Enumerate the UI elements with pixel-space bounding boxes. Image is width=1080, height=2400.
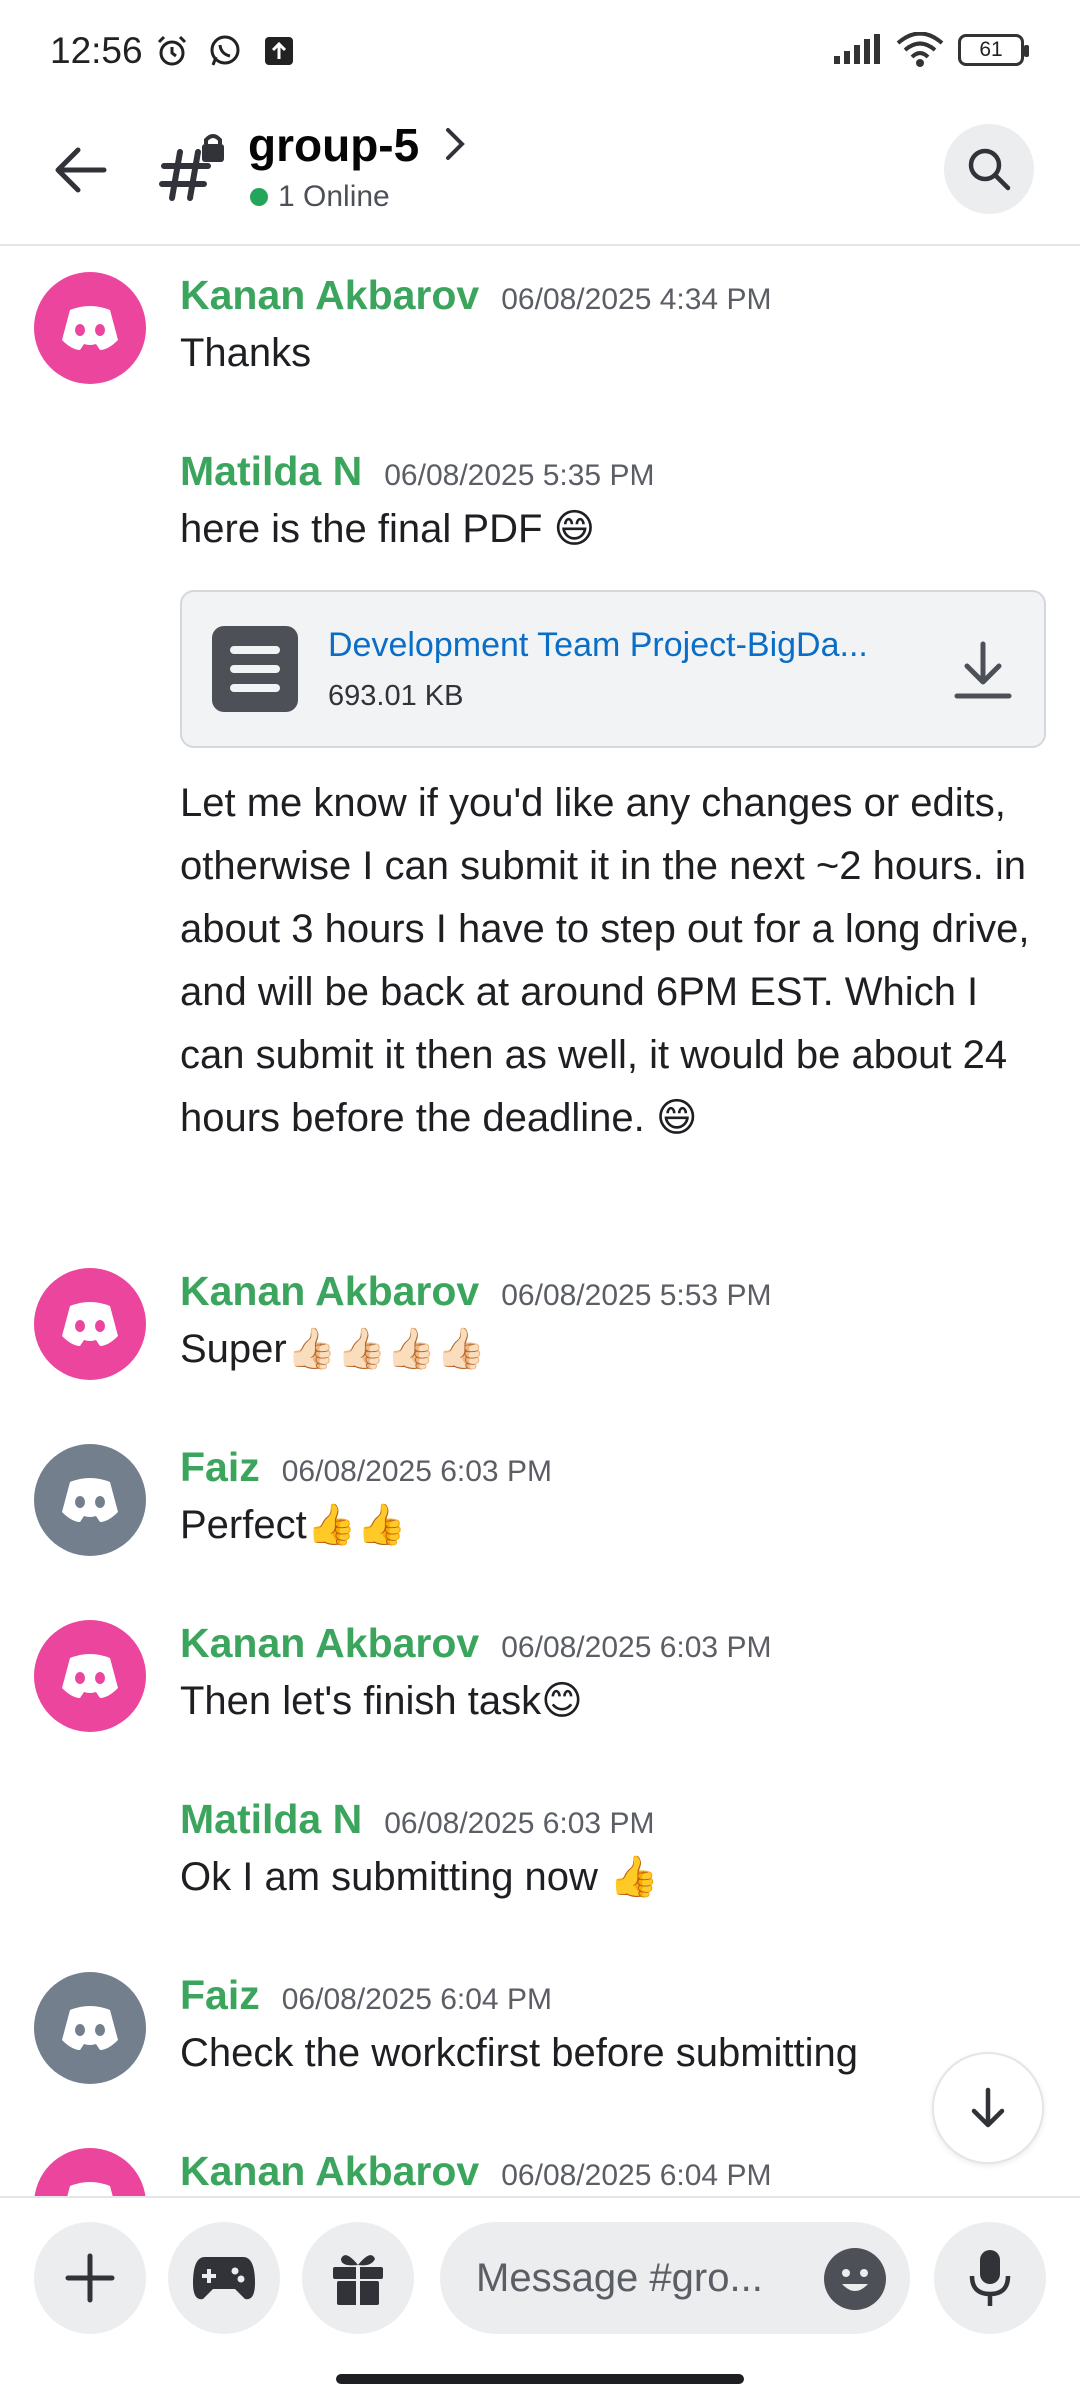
message-input-placeholder: Message #gro... xyxy=(476,2256,763,2300)
message-input[interactable]: Message #gro... xyxy=(440,2222,910,2334)
online-count: 1 Online xyxy=(278,180,390,213)
message-text: Perfect👍👍 xyxy=(180,1503,407,1547)
file-name-link[interactable]: Development Team Project-BigDa... xyxy=(328,626,868,665)
author-name[interactable]: Kanan Akbarov xyxy=(180,1620,479,1667)
status-right: 61 xyxy=(832,32,1029,68)
microphone-icon xyxy=(969,2250,1011,2306)
discord-logo-icon xyxy=(62,1478,118,1522)
message-header: Kanan Akbarov 06/08/2025 4:34 PM xyxy=(180,272,771,319)
author-name[interactable]: Kanan Akbarov xyxy=(180,2148,479,2195)
composer-bar: Message #gro... xyxy=(0,2196,1080,2400)
search-icon xyxy=(968,148,1011,191)
message-header: Matilda N 06/08/2025 5:35 PM xyxy=(180,448,654,495)
timestamp: 06/08/2025 4:34 PM xyxy=(501,283,772,316)
voice-message-button[interactable] xyxy=(934,2222,1046,2334)
discord-logo-icon xyxy=(62,2006,118,2050)
status-bar: 12:56 61 xyxy=(0,0,1080,100)
locked-channel-icon xyxy=(159,134,224,201)
message-text: here is the final PDF 😄 xyxy=(180,507,596,551)
avatar[interactable] xyxy=(34,1444,146,1556)
message-text: Let me know if you'd like any changes or… xyxy=(180,781,1030,1140)
gamepad-icon xyxy=(193,2257,255,2300)
message-text: Thanks xyxy=(180,331,312,375)
plus-icon xyxy=(65,2253,115,2303)
file-size: 693.01 KB xyxy=(328,680,464,712)
emoji-face-icon xyxy=(842,2269,868,2291)
wifi-icon xyxy=(896,32,944,67)
timestamp: 06/08/2025 5:35 PM xyxy=(384,459,655,492)
home-indicator[interactable] xyxy=(336,2374,744,2384)
author-name[interactable]: Kanan Akbarov xyxy=(180,1268,479,1315)
avatar[interactable] xyxy=(34,1268,146,1380)
back-arrow-icon xyxy=(55,147,107,193)
timestamp: 06/08/2025 6:04 PM xyxy=(281,1983,552,2016)
author-name[interactable]: Faiz xyxy=(180,1444,260,1491)
message-text: Super👍🏻👍🏻👍🏻👍🏻 xyxy=(180,1327,486,1371)
whatsapp-icon xyxy=(210,35,240,66)
message-list[interactable]: Kanan Akbarov 06/08/2025 4:34 PM Thanks … xyxy=(0,248,1080,2196)
discord-logo-icon xyxy=(62,1302,118,1346)
gift-icon xyxy=(333,2255,383,2305)
arrow-down-icon xyxy=(971,2087,1005,2128)
message-header: Faiz 06/08/2025 6:03 PM xyxy=(180,1444,552,1491)
avatar[interactable] xyxy=(34,272,146,384)
file-attachment[interactable]: Development Team Project-BigDa... 693.01… xyxy=(180,590,1046,748)
online-status: 1 Online xyxy=(250,180,390,214)
message-header: Faiz 06/08/2025 6:04 PM xyxy=(180,1972,552,2019)
avatar[interactable] xyxy=(34,1620,146,1732)
author-name[interactable]: Matilda N xyxy=(180,1796,362,1843)
message-header: Matilda N 06/08/2025 6:03 PM xyxy=(180,1796,654,1843)
download-icon xyxy=(954,641,1012,699)
message-header: Kanan Akbarov 06/08/2025 6:04 PM xyxy=(180,2148,771,2195)
timestamp: 06/08/2025 6:03 PM xyxy=(384,1807,655,1840)
gift-button[interactable] xyxy=(302,2222,414,2334)
message-text: Check the workcfirst before submitting xyxy=(180,2031,859,2075)
message-header: Kanan Akbarov 06/08/2025 6:03 PM xyxy=(180,1620,771,1667)
message-text: Ok I am submitting now 👍 xyxy=(180,1855,659,1899)
signal-icon xyxy=(834,34,880,64)
activities-button[interactable] xyxy=(168,2222,280,2334)
status-time: 12:56 xyxy=(50,30,143,71)
jump-to-bottom-button[interactable] xyxy=(932,2052,1044,2164)
timestamp: 06/08/2025 6:03 PM xyxy=(281,1455,552,1488)
upload-icon xyxy=(265,37,293,65)
alarm-icon xyxy=(157,35,187,66)
message-header: Kanan Akbarov 06/08/2025 5:53 PM xyxy=(180,1268,771,1315)
add-attachment-button[interactable] xyxy=(34,2222,146,2334)
chevron-right-icon[interactable] xyxy=(440,124,470,164)
channel-name[interactable]: group-5 xyxy=(248,118,419,172)
avatar[interactable] xyxy=(34,2148,146,2196)
online-dot-icon xyxy=(250,188,268,206)
channel-header: group-5 1 Online xyxy=(0,100,1080,246)
avatar[interactable] xyxy=(34,1972,146,2084)
document-icon xyxy=(212,626,298,712)
back-button[interactable] xyxy=(40,130,120,210)
author-name[interactable]: Matilda N xyxy=(180,448,362,495)
discord-logo-icon xyxy=(67,2182,113,2196)
timestamp: 06/08/2025 6:04 PM xyxy=(501,2159,772,2192)
discord-logo-icon xyxy=(62,306,118,350)
download-button[interactable] xyxy=(948,636,1018,706)
battery-icon: 61 xyxy=(958,34,1029,66)
author-name[interactable]: Kanan Akbarov xyxy=(180,272,479,319)
timestamp: 06/08/2025 6:03 PM xyxy=(501,1631,772,1664)
emoji-icon[interactable] xyxy=(824,2248,886,2310)
discord-logo-icon xyxy=(62,1654,118,1698)
timestamp: 06/08/2025 5:53 PM xyxy=(501,1279,772,1312)
search-button[interactable] xyxy=(944,124,1034,214)
author-name[interactable]: Faiz xyxy=(180,1972,260,2019)
message-text: Then let's finish task😊 xyxy=(180,1679,583,1723)
